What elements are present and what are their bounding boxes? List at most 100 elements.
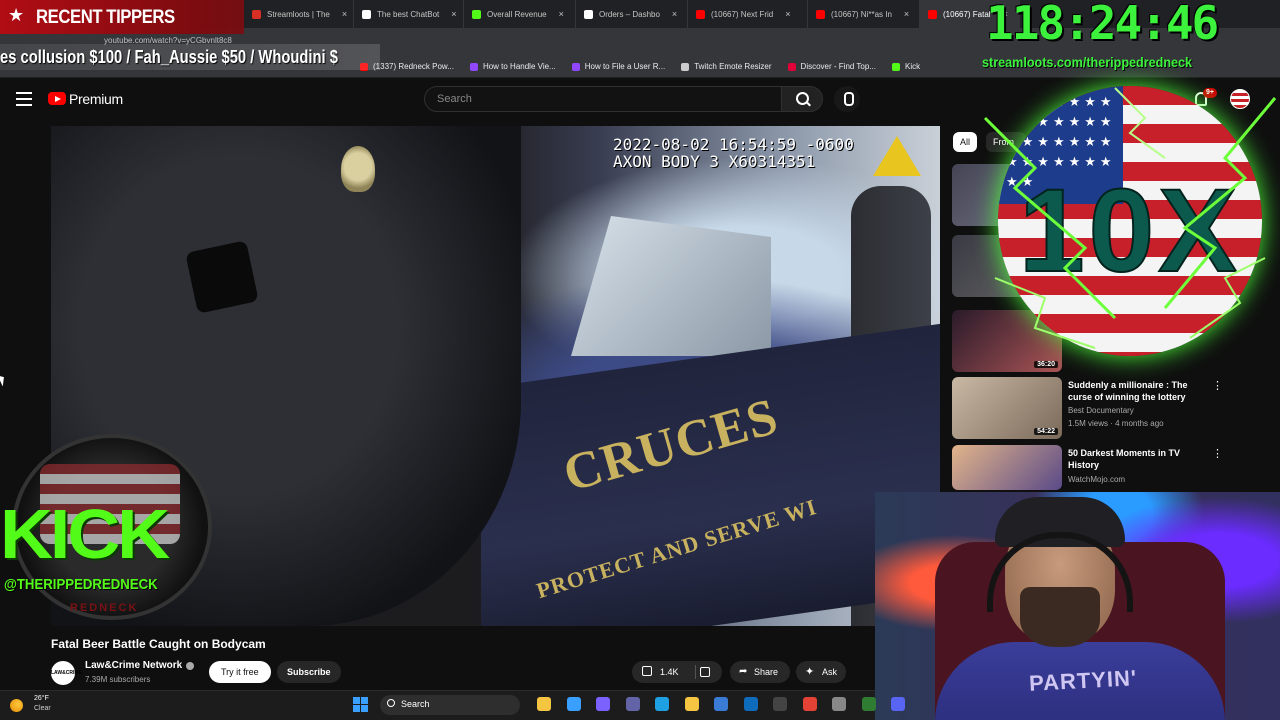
browser-tab[interactable]: (10667) Ni**as In × [808,0,920,28]
bookmark-item[interactable]: Twitch Emote Resizer [681,62,772,71]
browser-tab[interactable]: The best ChatBot × [354,0,464,28]
recent-tippers-banner: ★ RECENT TIPPERS [0,0,244,34]
bookmark-label: Discover - Find Top... [800,62,876,71]
chrome-icon[interactable] [802,697,817,711]
taskbar-search-label: Search [401,699,430,709]
more-options-icon[interactable]: ⋮ [1212,447,1223,460]
notification-count-badge: 9+ [1203,88,1217,98]
weather-icon[interactable] [10,699,23,712]
menu-icon[interactable] [16,92,32,106]
browser-tab[interactable]: (10667) Next Frid × [688,0,808,28]
tab-close-icon[interactable]: × [785,9,790,19]
more-options-icon[interactable]: ⋮ [1212,379,1223,392]
search-placeholder: Search [437,93,472,105]
axon-logo-icon [873,136,921,176]
tab-close-icon[interactable]: × [451,9,456,19]
mouse-cursor-icon [0,373,8,387]
recommendation-thumbnail[interactable]: 54:22 [952,377,1062,439]
radio-device [185,240,259,314]
tab-label: Streamloots | The [267,9,330,19]
thumbs-down-icon[interactable] [700,667,710,677]
tab-favicon-icon [584,9,593,19]
chip-all[interactable]: All [953,132,978,152]
recommendation-channel[interactable]: Best Documentary [1068,406,1134,415]
edge-icon[interactable] [655,697,669,711]
search-icon [387,699,395,707]
browser-tab[interactable]: Overall Revenue × [464,0,576,28]
tab-label: The best ChatBot [377,9,440,19]
folder-icon[interactable] [684,697,699,711]
ask-button[interactable]: ✦ Ask [796,661,846,683]
video-title: Fatal Beer Battle Caught on Bodycam [51,637,266,651]
microphone-icon[interactable] [834,86,860,112]
weather-temp[interactable]: 26°F [34,695,49,702]
search-input[interactable]: Search [424,86,782,112]
tab-close-icon[interactable]: × [559,9,564,19]
streamer-shirt: PARTYIN' [935,642,1225,720]
channel-avatar[interactable]: LAW&CRIME [51,661,82,685]
youtube-brand-label[interactable]: Premium [69,91,123,107]
bookmark-favicon-icon [787,62,796,71]
shirt-text: PARTYIN' [1028,665,1138,696]
share-label: Share [754,667,779,677]
verified-icon [186,662,194,670]
thumbs-up-icon[interactable] [642,666,652,676]
bookmark-favicon-icon [681,62,690,71]
subathon-timer: 118:24:46 [986,0,1219,50]
bookmark-item[interactable]: How to Handle Vie... [469,62,556,71]
tab-label: (10667) Ni**as In [831,9,892,19]
bookmark-label: Twitch Emote Resizer [694,62,772,71]
kick-logo-text: KICK [0,495,170,573]
tab-label: Overall Revenue [487,9,547,19]
bookmark-item[interactable]: Discover - Find Top... [787,62,876,71]
bookmark-item[interactable]: How to File a User R... [571,62,666,71]
search-icon[interactable] [781,86,823,112]
recommendation-title[interactable]: 50 Darkest Moments in TV History [1068,447,1198,471]
bookmark-label: How to File a User R... [584,62,666,71]
avatar[interactable] [1230,89,1250,109]
weather-condition[interactable]: Clear [34,705,51,712]
tab-close-icon[interactable]: × [904,9,909,19]
calendar-icon[interactable] [714,697,728,711]
outlook-icon[interactable] [743,697,758,711]
browser-tab[interactable]: Orders – Dashbo × [576,0,688,28]
copilot-icon[interactable] [596,697,610,711]
recommendation-channel[interactable]: WatchMojo.com [1068,475,1125,484]
recommendation-thumbnail[interactable] [952,445,1062,490]
youtube-logo-icon[interactable] [48,92,66,105]
tab-favicon-icon [696,9,705,19]
subscribe-button[interactable]: Subscribe [277,661,341,683]
file-explorer-icon[interactable] [537,697,551,711]
tab-favicon-icon [252,9,261,19]
stocks-icon[interactable] [861,697,876,711]
channel-name[interactable]: Law&Crime Network [85,660,182,671]
tab-favicon-icon [362,9,371,19]
bodycam-timestamp: 2022-08-02 16:54:59 -0600 AXON BODY 3 X6… [613,135,854,171]
recommendation-title[interactable]: Suddenly a millionaire : The curse of wi… [1068,379,1198,403]
kick-badge: KICK @THERIPPEDREDNECK REDNECK [0,434,224,620]
kick-subtext: REDNECK [70,602,139,614]
windows-start-icon[interactable] [353,697,368,712]
obs-icon[interactable] [773,697,787,711]
try-free-button[interactable]: Try it free [209,661,271,683]
network-icon[interactable] [832,697,846,711]
bookmark-item[interactable]: Kick [891,62,921,71]
tab-close-icon[interactable]: × [342,9,347,19]
tab-favicon-icon [816,9,825,19]
discord-icon[interactable] [891,697,905,711]
store-icon[interactable] [566,697,581,711]
duration-badge: 36:20 [1034,361,1058,368]
divider [695,665,696,679]
teams-icon[interactable] [625,697,640,711]
share-button[interactable]: ➦ Share [730,661,790,683]
kick-handle: @THERIPPEDREDNECK [4,576,158,593]
sparkle-icon: ✦ [805,666,815,678]
taskbar-search[interactable]: Search [380,695,520,715]
tab-favicon-icon [472,9,481,19]
like-dislike-button[interactable]: 1.4K [632,661,722,683]
browser-tab[interactable]: Streamloots | The × [244,0,354,28]
bookmark-label: Kick [904,62,921,71]
tab-close-icon[interactable]: × [672,9,677,19]
ask-label: Ask [822,667,838,677]
car-window [571,216,771,356]
